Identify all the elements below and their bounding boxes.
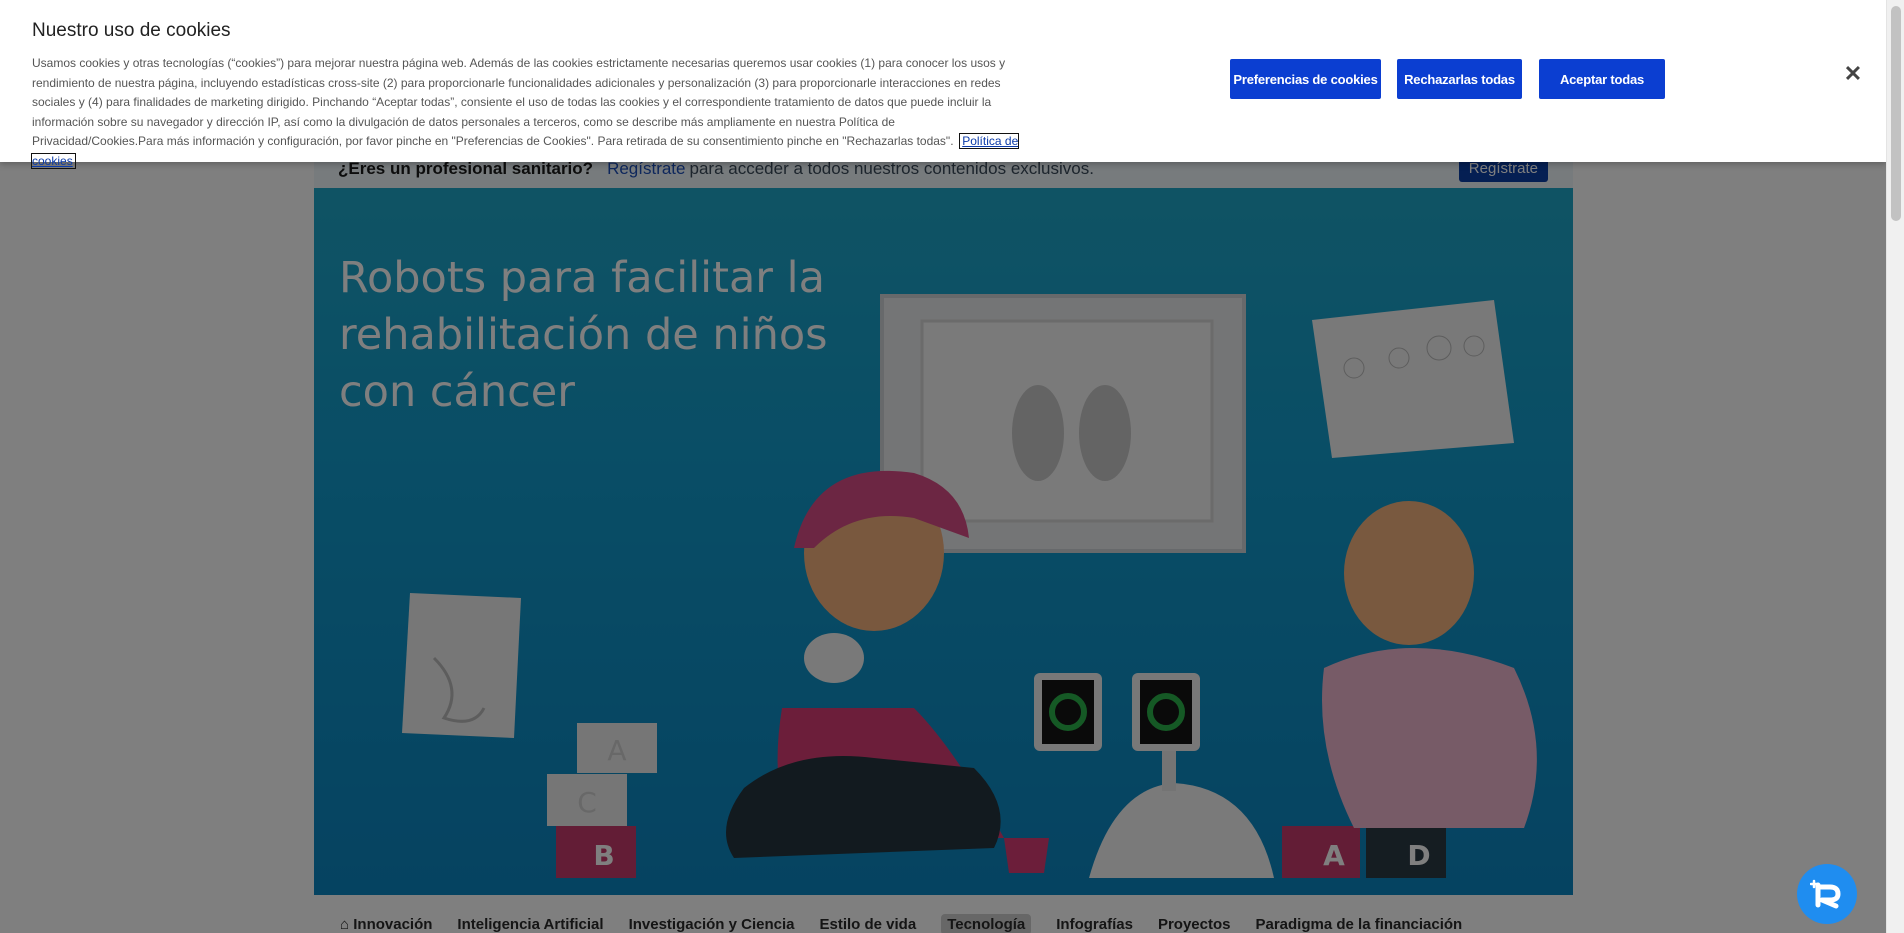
reject-all-button[interactable]: Rechazarlas todas xyxy=(1397,59,1522,99)
accept-all-button[interactable]: Aceptar todas xyxy=(1539,59,1665,99)
close-icon[interactable]: ✕ xyxy=(1843,63,1863,85)
cookie-description: Usamos cookies y otras tecnologías (“coo… xyxy=(32,56,1006,149)
cookie-banner-title: Nuestro uso de cookies xyxy=(32,20,231,41)
scrollbar-thumb[interactable] xyxy=(1891,6,1901,221)
assistant-icon xyxy=(1810,879,1841,909)
cookie-banner-text: Usamos cookies y otras tecnologías (“coo… xyxy=(30,54,1022,172)
scrollbar[interactable] xyxy=(1886,0,1904,933)
cookie-preferences-button[interactable]: Preferencias de cookies xyxy=(1230,59,1381,99)
cookie-banner: Nuestro uso de cookies Usamos cookies y … xyxy=(0,0,1886,169)
assistant-button[interactable] xyxy=(1797,864,1857,924)
